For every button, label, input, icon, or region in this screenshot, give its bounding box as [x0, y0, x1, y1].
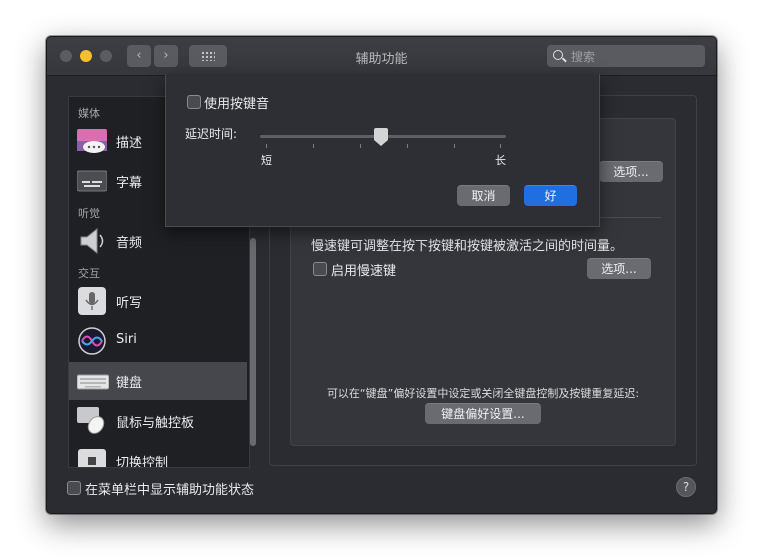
slider-tick: [500, 144, 501, 148]
key-sound-sheet: 使用按键音 延迟时间: 短 长 取消 好: [165, 74, 600, 227]
slider-max-label: 长: [495, 154, 506, 167]
sidebar-item-label: Siri: [116, 332, 137, 347]
keyboard-icon: [76, 367, 110, 395]
slider-tick: [454, 144, 455, 148]
slider-tick: [266, 144, 267, 148]
sidebar-item-label: 字幕: [116, 176, 143, 191]
microphone-icon: [77, 287, 107, 315]
mouse-icon: [77, 407, 107, 435]
sidebar-item-label: 描述: [116, 136, 143, 151]
sidebar-item-switch-control[interactable]: 切换控制: [69, 442, 247, 468]
keyboard-prefs-note: 可以在“键盘”偏好设置中设定或关闭全键盘控制及按键重复延迟:: [326, 387, 640, 400]
sidebar-item-mouse-trackpad[interactable]: 鼠标与触控板: [69, 402, 247, 440]
slider-tick: [360, 144, 361, 148]
cancel-button[interactable]: 取消: [457, 185, 510, 206]
sidebar-item-audio[interactable]: 音频: [69, 222, 247, 260]
sidebar-item-label: 切换控制: [116, 456, 169, 468]
sidebar-item-siri[interactable]: Siri: [69, 322, 247, 360]
sidebar-item-label: 键盘: [116, 376, 143, 391]
slider-min-label: 短: [261, 154, 272, 167]
switch-control-icon: [77, 447, 107, 467]
use-key-sound-checkbox[interactable]: [187, 95, 201, 109]
slow-keys-description: 慢速键可调整在按下按键和按键被激活之间的时间量。: [311, 239, 624, 254]
show-status-checkbox[interactable]: [67, 481, 81, 495]
help-button[interactable]: ?: [676, 477, 696, 497]
sidebar-item-label: 鼠标与触控板: [116, 416, 195, 431]
title-bar: ‹ › 辅助功能 搜索: [47, 37, 716, 76]
use-key-sound-label[interactable]: 使用按键音: [204, 93, 269, 112]
search-field[interactable]: 搜索: [547, 45, 705, 67]
ok-button[interactable]: 好: [524, 185, 577, 206]
speech-bubble-icon: [77, 127, 107, 155]
sidebar-item-label: 听写: [116, 296, 143, 311]
sidebar-item-label: 音频: [116, 236, 143, 251]
options-button-top[interactable]: 选项...: [599, 161, 663, 182]
search-icon: [553, 50, 563, 60]
delay-slider-knob[interactable]: [374, 128, 388, 146]
section-hearing: 听觉: [78, 207, 100, 220]
captions-icon: [76, 167, 108, 195]
enable-slow-keys-checkbox[interactable]: [313, 262, 327, 276]
keyboard-preferences-button[interactable]: 键盘偏好设置...: [425, 403, 541, 424]
section-media: 媒体: [78, 107, 100, 120]
slider-tick: [313, 144, 314, 148]
delay-label: 延迟时间:: [185, 127, 238, 141]
sidebar-scrollbar[interactable]: [250, 238, 256, 446]
question-mark-icon: ?: [682, 480, 690, 494]
sidebar-item-keyboard[interactable]: 键盘: [69, 362, 247, 400]
search-placeholder: 搜索: [571, 50, 596, 64]
slider-tick: [407, 144, 408, 148]
enable-slow-keys-label[interactable]: 启用慢速键: [331, 260, 396, 279]
sidebar-item-dictation[interactable]: 听写: [69, 282, 247, 320]
speaker-icon: [77, 227, 107, 255]
siri-icon: [77, 327, 107, 355]
slow-keys-options-button[interactable]: 选项...: [587, 258, 651, 279]
section-interaction: 交互: [78, 267, 100, 280]
show-status-label[interactable]: 在菜单栏中显示辅助功能状态: [85, 479, 254, 498]
